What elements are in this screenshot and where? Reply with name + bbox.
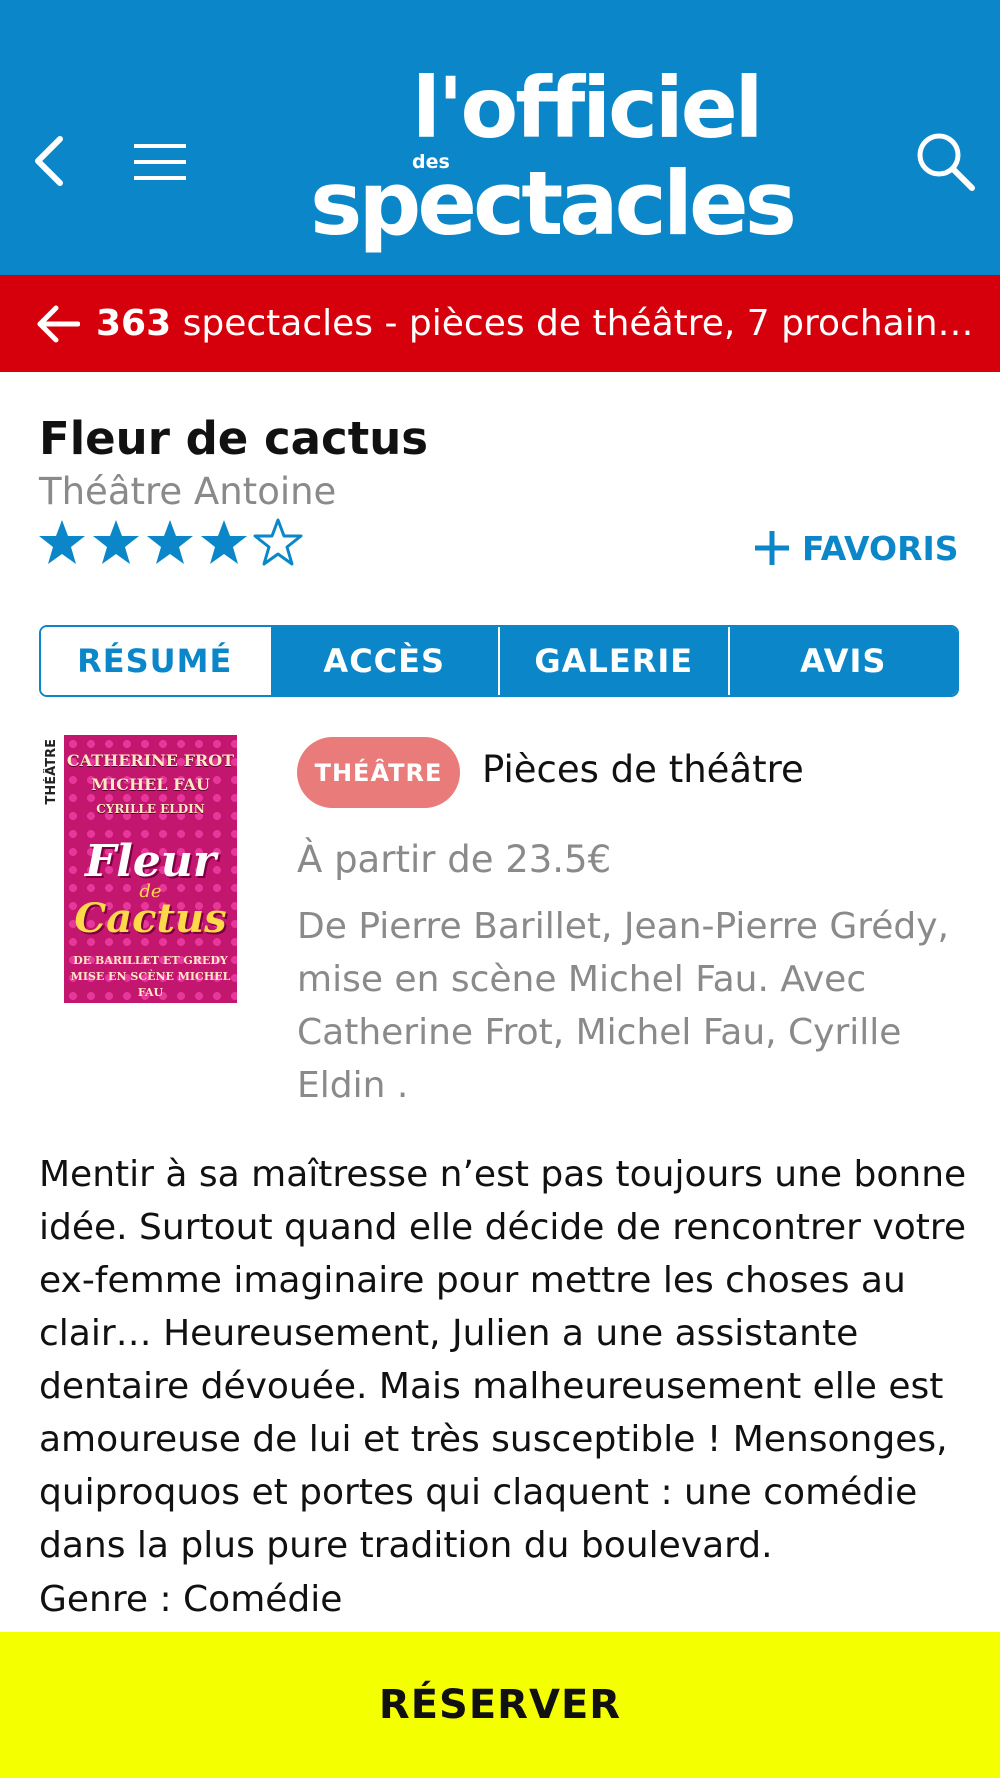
logo-line2: spectacles [310,152,797,255]
hamburger-menu-icon [134,144,186,180]
reserve-button[interactable]: RÉSERVER [0,1632,1000,1778]
poster-name: MICHEL FAU [91,775,210,794]
poster-credit-line: DE BARILLET ET GREDY [73,954,228,967]
menu-button[interactable] [130,136,190,188]
search-button[interactable] [910,126,980,196]
tab-acces[interactable]: ACCÈS [268,627,498,695]
poster-name: CATHERINE FROT [66,751,235,770]
rating-stars [37,518,303,568]
show-title: Fleur de cactus [39,412,429,465]
star-filled-icon [201,520,247,564]
tab-resume[interactable]: RÉSUMÉ [41,627,269,695]
arrow-left-icon [37,305,80,342]
breadcrumb-label: spectacles - pièces de théâtre, 7 procha… [171,303,976,344]
poster-name: CYRILLE ELDIN [96,802,205,816]
poster-credit-line: MISE EN SCÈNE MICHEL FAU [70,970,231,999]
venue-name[interactable]: Théâtre Antoine [39,470,336,513]
star-filled-icon [93,520,139,564]
credits-text: De Pierre Barillet, Jean-Pierre Grédy, m… [297,906,949,1106]
add-favorite-button[interactable]: FAVORIS [752,528,959,568]
plus-icon [755,531,789,565]
poster-title-bottom: Cactus [74,895,227,942]
breadcrumb-back-button[interactable] [34,300,82,348]
poster-side-label: THÉÂTRE [43,739,59,805]
star-empty-icon [253,518,303,566]
poster-title-top: Fleur [84,836,217,887]
brand-logo[interactable]: l'officiel des spectacles [300,62,797,254]
summary-text: Mentir à sa maîtresse n’est pas toujours… [39,1154,967,1566]
results-count: 363 [96,303,172,344]
price-text: À partir de 23.5€ [297,838,612,881]
back-button[interactable] [26,128,72,194]
chevron-left-icon [35,136,63,186]
category-badge: THÉÂTRE [297,737,460,808]
show-poster[interactable]: THÉÂTRE CATHERINE FROT MICHEL FAU CYRILL… [39,735,239,1003]
category-label: Pièces de théâtre [482,748,804,791]
star-filled-icon [147,520,193,564]
app-header: l'officiel des spectacles [0,0,1000,275]
tab-avis[interactable]: AVIS [727,627,957,695]
poster-artwork: CATHERINE FROT MICHEL FAU CYRILLE ELDIN … [64,735,237,1003]
detail-tabs: RÉSUMÉ ACCÈS GALERIE AVIS [39,625,959,697]
search-icon [917,133,975,191]
poster-credit: DE BARILLET ET GREDY MISE EN SCÈNE MICHE… [64,953,237,1001]
star-filled-icon [39,520,85,564]
results-breadcrumb-bar[interactable]: 363 spectacles - pièces de théâtre, 7 pr… [0,275,1000,372]
favorite-label: FAVORIS [802,528,959,568]
breadcrumb-text: 363 spectacles - pièces de théâtre, 7 pr… [96,303,976,344]
poster-cast: CATHERINE FROT MICHEL FAU CYRILLE ELDIN [64,749,237,821]
tab-galerie[interactable]: GALERIE [498,627,728,695]
genre-text: Genre : Comédie [39,1579,343,1620]
logo-line1: l'officiel [412,59,763,157]
poster-side-strip: THÉÂTRE [39,735,63,1003]
